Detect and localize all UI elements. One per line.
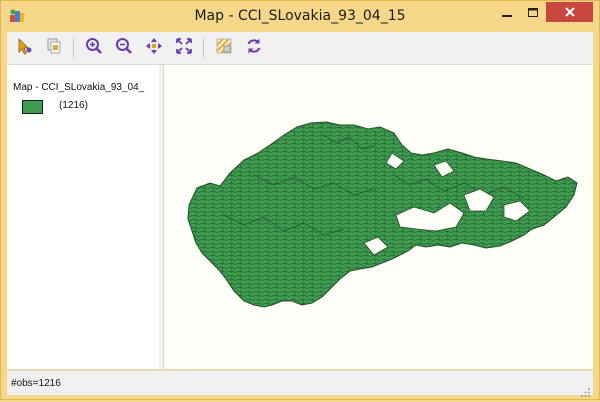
minimize-icon <box>502 3 512 22</box>
legend-color-swatch[interactable] <box>22 100 43 114</box>
pan-icon <box>145 37 163 59</box>
legend-panel[interactable]: Map - CCI_SLovakia_93_04_ (1216) <box>7 65 160 369</box>
pan-button[interactable] <box>143 37 165 59</box>
select-arrow-icon <box>15 37 33 59</box>
select-copy-icon <box>45 37 63 59</box>
zoom-out-icon <box>115 37 133 59</box>
maximize-icon <box>528 3 538 22</box>
zoom-out-button[interactable] <box>113 37 135 59</box>
map-toolbar <box>7 32 593 65</box>
select-copy-button[interactable] <box>43 37 65 59</box>
map-content-area: Map - CCI_SLovakia_93_04_ (1216) <box>7 65 593 369</box>
refresh-icon <box>245 37 263 59</box>
refresh-button[interactable] <box>243 37 265 59</box>
status-bar: #obs=1216 <box>7 370 593 397</box>
slovakia-map[interactable] <box>164 65 593 369</box>
zoom-in-button[interactable] <box>83 37 105 59</box>
map-canvas[interactable] <box>164 65 593 369</box>
toolbar-separator <box>73 37 74 59</box>
select-tool-button[interactable] <box>13 37 35 59</box>
resize-grip-icon[interactable] <box>581 383 591 397</box>
maximize-button[interactable] <box>520 2 546 22</box>
legend-title: Map - CCI_SLovakia_93_04_ <box>13 82 145 93</box>
zoom-in-icon <box>85 37 103 59</box>
title-bar[interactable]: Map - CCI_SLovakia_93_04_15 <box>1 1 599 31</box>
fit-extent-button[interactable] <box>173 37 195 59</box>
minimize-button[interactable] <box>494 2 520 22</box>
status-obs-count: #obs=1216 <box>11 378 61 389</box>
close-button[interactable] <box>546 2 593 22</box>
map-window: Map - CCI_SLovakia_93_04_15 Map - CCI_SL… <box>0 0 600 400</box>
toolbar-separator <box>203 37 204 59</box>
map-layer-icon <box>215 37 233 59</box>
close-icon <box>564 3 576 22</box>
fit-extent-icon <box>175 37 193 59</box>
legend-item-label: (1216) <box>59 100 88 111</box>
map-layer-button[interactable] <box>213 37 235 59</box>
